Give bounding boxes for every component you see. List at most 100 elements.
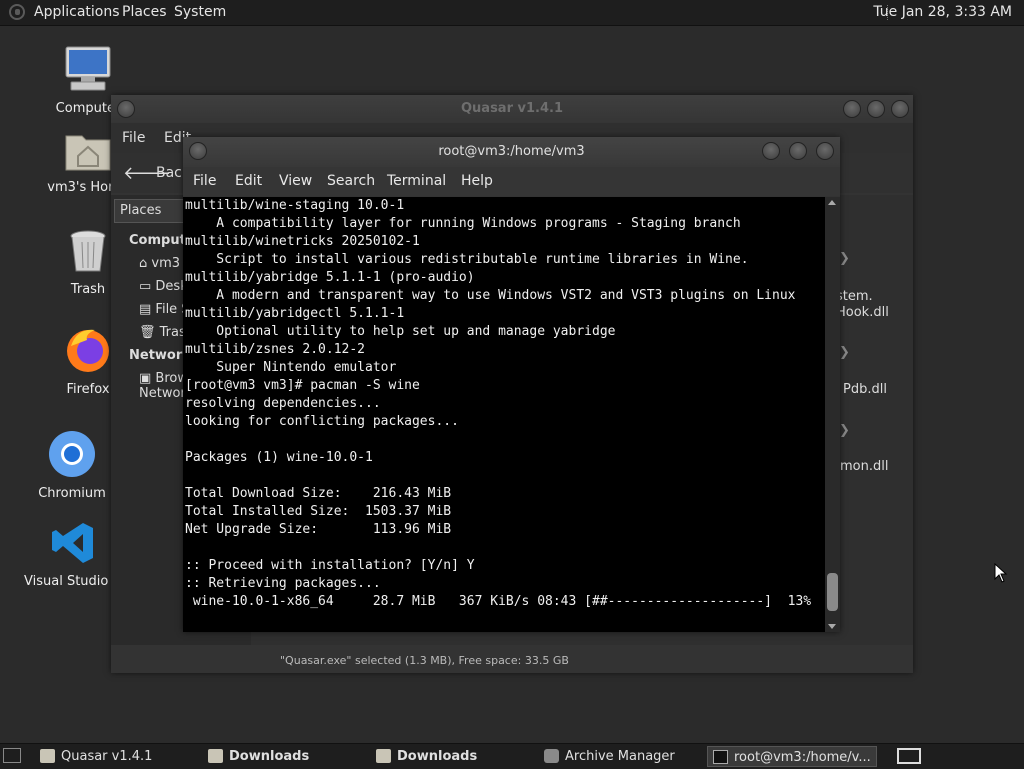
terminal-icon (713, 750, 728, 764)
workspace-switcher-icon[interactable] (897, 748, 921, 764)
desktop-icon: ▭ (139, 279, 156, 294)
taskbar-button-label: Archive Manager (565, 749, 675, 764)
minimize-button[interactable] (762, 142, 780, 160)
desktop-icon-label: Chromium (38, 486, 106, 501)
terminal-scrollbar[interactable] (825, 197, 840, 632)
taskbar-button[interactable]: root@vm3:/home/v... (707, 746, 877, 767)
show-desktop-icon[interactable] (3, 748, 21, 763)
window-menu-button[interactable] (117, 100, 135, 118)
home-icon: ⌂ (139, 256, 152, 271)
clock[interactable]: Tue Jan 28, 3:33 AM (873, 4, 1012, 20)
file-item[interactable]: Pdb.dll (843, 382, 887, 397)
menu-help[interactable]: Help (461, 173, 493, 189)
vscode-icon (52, 523, 93, 563)
trash-icon (70, 230, 106, 272)
chevron-right-icon: ❯ (839, 251, 850, 266)
main-menu-icon[interactable] (9, 4, 25, 20)
terminal-line: wine-10.0-1-x86_64 28.7 MiB 367 KiB/s 08… (185, 594, 812, 609)
maximize-button[interactable] (867, 100, 885, 118)
terminal-line: multilib/wine-staging 10.0-1 (185, 198, 405, 213)
terminal-window-title: root@vm3:/home/vm3 (438, 144, 585, 159)
taskbar-button[interactable]: Downloads (371, 746, 531, 767)
terminal-menubar: File Edit View Search Terminal Help (183, 167, 840, 196)
bottom-panel: Quasar v1.4.1 Downloads Downloads Archive M… (0, 743, 1024, 769)
terminal-line: Packages (1) wine-10.0-1 (185, 450, 373, 465)
file-item[interactable]: Hook.dll (836, 305, 889, 320)
terminal-line: :: Proceed with installation? [Y/n] Y (185, 558, 475, 573)
mouse-pointer-icon (994, 563, 1008, 583)
taskbar-button[interactable]: Quasar v1.4.1 (35, 746, 195, 767)
scroll-up-arrow-icon[interactable] (828, 200, 836, 205)
folder-icon (376, 749, 391, 763)
sidebar-item-home[interactable]: ⌂ vm3 (139, 256, 180, 271)
quasar-statusbar: "Quasar.exe" selected (1.3 MB), Free spa… (280, 654, 569, 667)
window-menu-button[interactable] (189, 142, 207, 160)
menu-file[interactable]: File (193, 173, 216, 189)
places-dropdown[interactable]: Places (114, 199, 191, 223)
terminal-line: multilib/winetricks 20250102-1 (185, 234, 420, 249)
terminal-line: multilib/yabridgectl 5.1.1-1 (185, 306, 405, 321)
terminal-line: Super Nintendo emulator (185, 360, 397, 375)
home-folder-icon (65, 135, 111, 171)
desktop-icon-chromium[interactable]: Chromium (22, 430, 122, 501)
terminal-line: Total Installed Size: 1503.37 MiB (185, 504, 452, 519)
quasar-titlebar[interactable]: Quasar v1.4.1 (111, 95, 913, 123)
folder-icon (40, 749, 55, 763)
menu-view[interactable]: View (279, 173, 312, 189)
quasar-window-title: Quasar v1.4.1 (460, 101, 563, 116)
terminal-line: multilib/zsnes 2.0.12-2 (185, 342, 366, 357)
menu-file[interactable]: File (122, 130, 145, 146)
desktop-icon-vscode[interactable]: Visual Studio Code (24, 520, 146, 589)
terminal-line: A modern and transparent way to use Wind… (185, 288, 796, 303)
terminal-line: looking for conflicting packages... (185, 414, 459, 429)
taskbar-button-label: Downloads (229, 749, 310, 764)
network-heading: Network (129, 348, 191, 363)
taskbar-button-label: root@vm3:/home/v... (734, 750, 871, 765)
file-item[interactable]: mon.dll (840, 459, 888, 474)
menu-search[interactable]: Search (327, 173, 375, 189)
network-icon: ▣ (139, 371, 156, 386)
taskbar-button-label: Quasar v1.4.1 (61, 749, 153, 764)
terminal-line: Net Upgrade Size: 113.96 MiB (185, 522, 452, 537)
applications-menu[interactable]: Applications (34, 4, 120, 20)
taskbar-button[interactable]: Archive Manager (539, 746, 699, 767)
terminal-line: multilib/yabridge 5.1.1-1 (pro-audio) (185, 270, 475, 285)
terminal-titlebar[interactable]: root@vm3:/home/vm3 (183, 137, 840, 167)
close-button[interactable] (891, 100, 909, 118)
chromium-icon (49, 431, 95, 477)
terminal-line: A compatibility layer for running Window… (185, 216, 741, 231)
terminal-line: :: Retrieving packages... (185, 576, 381, 591)
terminal-output[interactable]: multilib/wine-staging 10.0-1 A compatibi… (183, 197, 825, 632)
places-menu[interactable]: Places (122, 4, 167, 20)
firefox-icon (67, 329, 109, 372)
terminal-line: Total Download Size: 216.43 MiB (185, 486, 452, 501)
terminal-window[interactable]: root@vm3:/home/vm3 File Edit View Search… (183, 137, 840, 632)
scroll-down-arrow-icon[interactable] (828, 624, 836, 629)
drive-icon: ▤ (139, 302, 156, 317)
taskbar-button-label: Downloads (397, 749, 478, 764)
system-menu[interactable]: System (174, 4, 226, 20)
computer-icon (65, 46, 111, 91)
close-button[interactable] (816, 142, 834, 160)
terminal-line: Optional utility to help set up and mana… (185, 324, 616, 339)
taskbar-button[interactable]: Downloads (203, 746, 363, 767)
chevron-right-icon: ❯ (839, 345, 850, 360)
terminal-line: resolving dependencies... (185, 396, 381, 411)
folder-icon (208, 749, 223, 763)
terminal-line: Script to install various redistributabl… (185, 252, 749, 267)
chevron-right-icon: ❯ (839, 423, 850, 438)
menu-edit[interactable]: Edit (235, 173, 262, 189)
top-panel: Applications Places System Tue Jan 28, 3… (0, 0, 1024, 26)
terminal-line: [root@vm3 vm3]# pacman -S wine (185, 378, 420, 393)
file-item[interactable]: stem. (836, 289, 873, 304)
scrollbar-thumb[interactable] (827, 573, 838, 611)
archive-manager-icon (544, 749, 559, 763)
menu-terminal[interactable]: Terminal (387, 173, 446, 189)
desktop-icon-label: Visual Studio Code (24, 574, 146, 589)
trash-small-icon: 🗑 (139, 325, 160, 340)
maximize-button[interactable] (789, 142, 807, 160)
minimize-button[interactable] (843, 100, 861, 118)
